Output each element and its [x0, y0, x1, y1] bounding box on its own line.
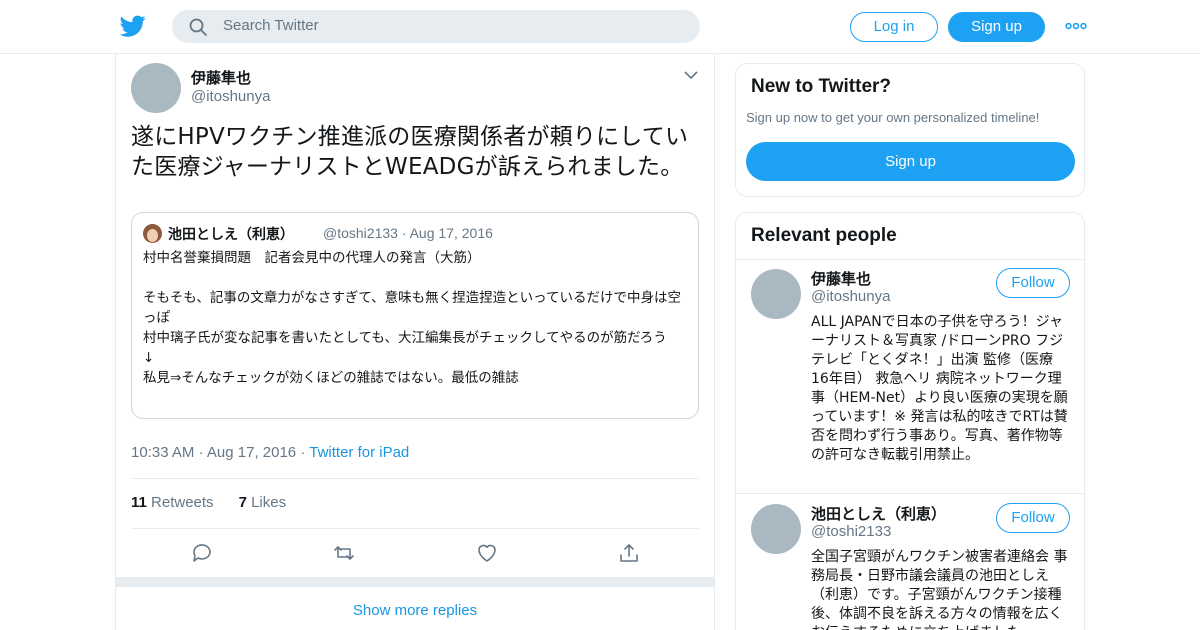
new-to-twitter-card: New to Twitter? Sign up now to get your …: [735, 63, 1085, 197]
reply-icon[interactable]: [191, 542, 213, 564]
relevant-people-card: Relevant people 伊藤隼也 @itoshunya Follow A…: [735, 212, 1085, 630]
login-button[interactable]: Log in: [850, 12, 938, 42]
author-name[interactable]: 伊藤隼也: [191, 67, 251, 88]
retweet-icon[interactable]: [333, 542, 355, 564]
quote-author-name: 池田としえ（利恵）: [168, 227, 294, 243]
tweet-timestamp: 10:33 AM · Aug 17, 2016 · Twitter for iP…: [131, 444, 409, 461]
search-input[interactable]: Search Twitter: [223, 17, 319, 34]
sidebar-signup-button[interactable]: Sign up: [746, 142, 1075, 181]
quote-avatar: [143, 224, 162, 243]
person-bio: 全国子宮頸がんワクチン被害者連絡会 事務局長・日野市議会議員の池田としえ（利恵）…: [811, 549, 1068, 630]
retweets-count[interactable]: 11: [131, 494, 147, 511]
divider: [131, 528, 699, 529]
avatar[interactable]: [751, 269, 801, 319]
new-to-twitter-subtitle: Sign up now to get your own personalized…: [746, 110, 1040, 125]
avatar[interactable]: [131, 63, 181, 113]
likes-label[interactable]: Likes: [251, 494, 286, 511]
more-dots-icon[interactable]: [1065, 17, 1087, 35]
tweet-column: 伊藤隼也 @itoshunya 遂にHPVワクチン推進派の医療関係者が頼りにして…: [115, 54, 715, 630]
search-box[interactable]: Search Twitter: [172, 10, 700, 43]
like-icon[interactable]: [476, 542, 498, 564]
likes-count[interactable]: 7: [239, 494, 247, 511]
signup-button[interactable]: Sign up: [948, 12, 1045, 42]
tweet-source-link[interactable]: Twitter for iPad: [309, 444, 409, 461]
search-icon: [189, 18, 207, 36]
follow-button[interactable]: Follow: [996, 503, 1070, 533]
quote-body: 村中名誉棄損問題 記者会見中の代理人の発言（大筋） そもそも、記事の文章力がなさ…: [143, 250, 681, 386]
show-more-replies-link[interactable]: Show more replies: [116, 602, 714, 619]
quote-meta: @toshi2133 · Aug 17, 2016: [323, 225, 493, 241]
divider: [131, 478, 699, 479]
separator-dot: ·: [300, 444, 310, 461]
person-name[interactable]: 伊藤隼也: [811, 268, 871, 289]
avatar[interactable]: [751, 504, 801, 554]
person-bio: ALL JAPANで日本の子供を守ろう！ジャーナリスト＆写真家 /ドローンPRO…: [811, 314, 1068, 463]
chevron-down-icon[interactable]: [684, 70, 698, 80]
tweet-time: 10:33 AM: [131, 444, 195, 461]
tweet-stats: 11 Retweets 7 Likes: [131, 494, 286, 511]
tweet-date: Aug 17, 2016: [206, 444, 297, 461]
retweets-label[interactable]: Retweets: [151, 494, 214, 511]
separator-dot: ·: [198, 444, 207, 461]
twitter-bird-icon[interactable]: [120, 13, 146, 39]
section-separator: [116, 577, 714, 587]
divider: [736, 259, 1084, 260]
relevant-people-title: Relevant people: [751, 225, 897, 246]
author-handle[interactable]: @itoshunya: [191, 88, 270, 105]
top-bar: Search Twitter Log in Sign up: [0, 0, 1200, 54]
tweet-text: 遂にHPVワクチン推進派の医療関係者が頼りにしていた医療ジャーナリストとWEAD…: [131, 124, 689, 180]
person-handle[interactable]: @toshi2133: [811, 523, 891, 540]
divider: [736, 493, 1084, 494]
quoted-tweet[interactable]: 池田としえ（利恵） @toshi2133 · Aug 17, 2016 村中名誉…: [131, 212, 699, 419]
new-to-twitter-title: New to Twitter?: [751, 76, 892, 97]
follow-button[interactable]: Follow: [996, 268, 1070, 298]
share-icon[interactable]: [618, 542, 640, 564]
person-handle[interactable]: @itoshunya: [811, 288, 890, 305]
person-name[interactable]: 池田としえ（利恵）: [811, 503, 946, 524]
